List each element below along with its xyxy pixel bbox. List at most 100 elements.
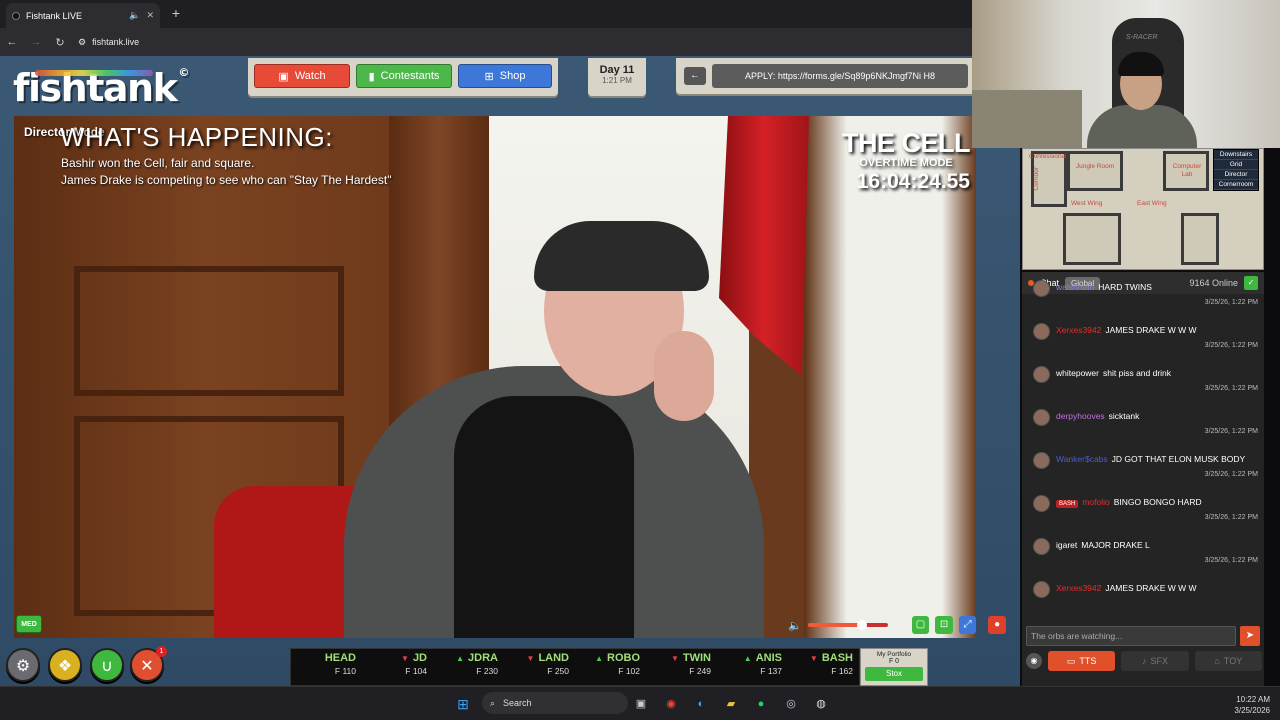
chat-message[interactable]: whitepower shit piss and drink 3/25/26, 1:…	[1028, 356, 1260, 399]
avatar[interactable]	[1033, 538, 1050, 555]
stock-item[interactable]: ▲ JDRA F 230	[433, 649, 504, 685]
stox-ticker[interactable]: HEAD F 110 ▼ JD F 104 ▲ JDRA F 230 ▼ LAND F 250 ▲ RO…	[290, 648, 860, 686]
map-view-grid[interactable]: Grid	[1214, 160, 1258, 170]
magnet-icon[interactable]: ∪	[90, 648, 124, 682]
sfx-button[interactable]: ♪ SFX	[1121, 651, 1189, 671]
cell-mode: OVERTIME MODE	[859, 157, 953, 169]
chat-username[interactable]: Xerxes3942	[1056, 325, 1101, 335]
camera-icon[interactable]: ◉	[1026, 653, 1042, 669]
chat-timestamp: 3/25/26, 1:22 PM	[1204, 471, 1258, 478]
chat-message[interactable]: Wanker$cabs JD GOT THAT ELON MUSK BODY 3/2…	[1028, 442, 1260, 485]
fullscreen-icon[interactable]: ⤢	[958, 616, 977, 634]
stock-item[interactable]: ▲ ROBO F 102	[575, 649, 646, 685]
forward-icon[interactable]: →	[24, 36, 48, 48]
avatar[interactable]	[1033, 366, 1050, 383]
taskbar-search[interactable]: ⌕ Search	[482, 692, 628, 714]
stock-value: F 250	[504, 666, 569, 676]
arrow-left-icon[interactable]: ←	[684, 67, 706, 85]
stox-button[interactable]: Stox	[865, 667, 923, 681]
volume-slider[interactable]	[807, 620, 888, 630]
currency-symbol: F	[547, 666, 553, 676]
cast-icon[interactable]: ⊡	[935, 616, 953, 634]
chat-message[interactable]: igaret MAJOR DRAKE L 3/25/26, 1:22 PM	[1028, 528, 1260, 571]
frame-icon[interactable]: ▢	[911, 616, 930, 634]
chat-message[interactable]: derpyhooves sicktank 3/25/26, 1:22 PM	[1028, 399, 1260, 442]
chat-input[interactable]: The orbs are watching...	[1026, 626, 1236, 646]
send-icon[interactable]: ➤	[1240, 626, 1260, 646]
house-map[interactable]: Confessional Jungle Room Computer Lab Co…	[1022, 148, 1264, 270]
avatar[interactable]	[1033, 409, 1050, 426]
chat-username[interactable]: mofolio	[1082, 497, 1109, 507]
chat-message[interactable]: walshman HARD TWINS 3/25/26, 1:22 PM	[1028, 270, 1260, 313]
close-icon[interactable]: ✕	[146, 10, 154, 21]
chat-username[interactable]: Xerxes3942	[1056, 583, 1101, 593]
stock-item[interactable]: HEAD F 110	[291, 649, 362, 685]
stock-item[interactable]: ▼ LAND F 250	[504, 649, 575, 685]
quality-badge[interactable]: MED	[16, 615, 42, 633]
avatar[interactable]	[1033, 581, 1050, 598]
stock-name: ▼ TWIN	[646, 652, 711, 664]
avatar[interactable]	[1033, 280, 1050, 297]
stock-item[interactable]: ▼ TWIN F 249	[646, 649, 717, 685]
chat-username[interactable]: Wanker$cabs	[1056, 454, 1108, 464]
task-view-icon[interactable]: ▣	[632, 695, 650, 713]
steam-icon[interactable]: ◎	[782, 695, 800, 713]
chat-text: MAJOR DRAKE L	[1081, 540, 1150, 550]
stock-item[interactable]: ▼ BASH F 162	[788, 649, 859, 685]
map-view-downstairs[interactable]: Downstairs	[1214, 150, 1258, 160]
avatar[interactable]	[1033, 452, 1050, 469]
webcam-bed	[972, 90, 1082, 148]
spotify-icon[interactable]: ●	[752, 695, 770, 713]
tts-button[interactable]: ▭ TTS	[1048, 651, 1116, 671]
chat-username[interactable]: derpyhooves	[1056, 411, 1105, 421]
apply-link[interactable]: APPLY: https://forms.gle/Sq89p6NKJmgf7Ni…	[712, 64, 968, 88]
streamer-webcam: S-RACER	[972, 0, 1280, 148]
speaker-icon[interactable]: 🔈	[129, 10, 140, 21]
chat-timestamp: 3/25/26, 1:22 PM	[1204, 514, 1258, 521]
chat-message[interactable]: Xerxes3942JAMES DRAKE W W W3/25/26, 1:22…	[1028, 571, 1260, 598]
chat-message[interactable]: Xerxes3942JAMES DRAKE W W W3/25/26, 1:22…	[1028, 313, 1260, 356]
stock-price: 230	[483, 666, 498, 676]
site-settings-icon[interactable]: ⚙	[78, 37, 86, 48]
app-icon[interactable]: ◍	[812, 695, 830, 713]
chat-username[interactable]: igaret	[1056, 540, 1077, 550]
coins-icon[interactable]: ❖	[48, 648, 82, 682]
new-tab-button[interactable]: +	[168, 4, 184, 22]
map-room[interactable]	[1067, 151, 1123, 191]
chat-message[interactable]: BASH mofolio BINGO BONGO HARD 3/25/26, 1:22…	[1028, 485, 1260, 528]
record-icon[interactable]: ●	[988, 616, 1006, 634]
stock-value: F 249	[646, 666, 711, 676]
contestants-button[interactable]: ▮ Contestants	[356, 64, 452, 88]
map-room[interactable]	[1063, 213, 1121, 265]
watch-button[interactable]: ▣ Watch	[254, 64, 350, 88]
back-icon[interactable]: ←	[0, 36, 24, 48]
chat-username[interactable]: whitepower	[1056, 368, 1099, 378]
avatar[interactable]	[1033, 323, 1050, 340]
logo-rainbow-stripe	[35, 70, 153, 76]
avatar[interactable]	[1033, 495, 1050, 512]
volume-knob[interactable]	[857, 620, 868, 630]
address-bar[interactable]: ⚙ fishtank.live	[78, 37, 139, 48]
file-explorer-icon[interactable]: ▰	[722, 695, 740, 713]
edge-icon[interactable]: ◐	[692, 695, 710, 713]
toy-button[interactable]: ⌂ TOY	[1194, 651, 1262, 671]
chat-username[interactable]: walshman	[1056, 282, 1094, 292]
reload-icon[interactable]: ↻	[48, 36, 72, 49]
map-room[interactable]	[1181, 213, 1219, 265]
stock-item[interactable]: ▼ JD F 104	[362, 649, 433, 685]
gear-icon[interactable]: ⚙	[6, 648, 40, 682]
chrome-icon[interactable]: ◉	[662, 695, 680, 713]
volume-icon[interactable]: 🔈	[788, 619, 802, 632]
favicon-icon	[12, 11, 20, 20]
stock-item[interactable]: ▲ ANIS F 137	[717, 649, 788, 685]
system-clock[interactable]: 10:22 AM 3/25/2026	[1234, 694, 1270, 716]
live-video-feed[interactable]	[14, 116, 976, 638]
windows-start-icon[interactable]: ⊞	[454, 695, 472, 713]
map-view-director[interactable]: Director	[1214, 170, 1258, 180]
shop-button[interactable]: ⊞ Shop	[458, 64, 552, 88]
map-view-cornerroom[interactable]: Cornerroom	[1214, 180, 1258, 190]
chat-messages[interactable]: walshman HARD TWINS 3/25/26, 1:22 PM Xerxes…	[1028, 270, 1260, 598]
search-label: Search	[503, 698, 532, 708]
fishtank-logo[interactable]: fishtank ©	[13, 66, 189, 110]
browser-tab[interactable]: Fishtank LIVE 🔈 ✕	[6, 3, 160, 28]
